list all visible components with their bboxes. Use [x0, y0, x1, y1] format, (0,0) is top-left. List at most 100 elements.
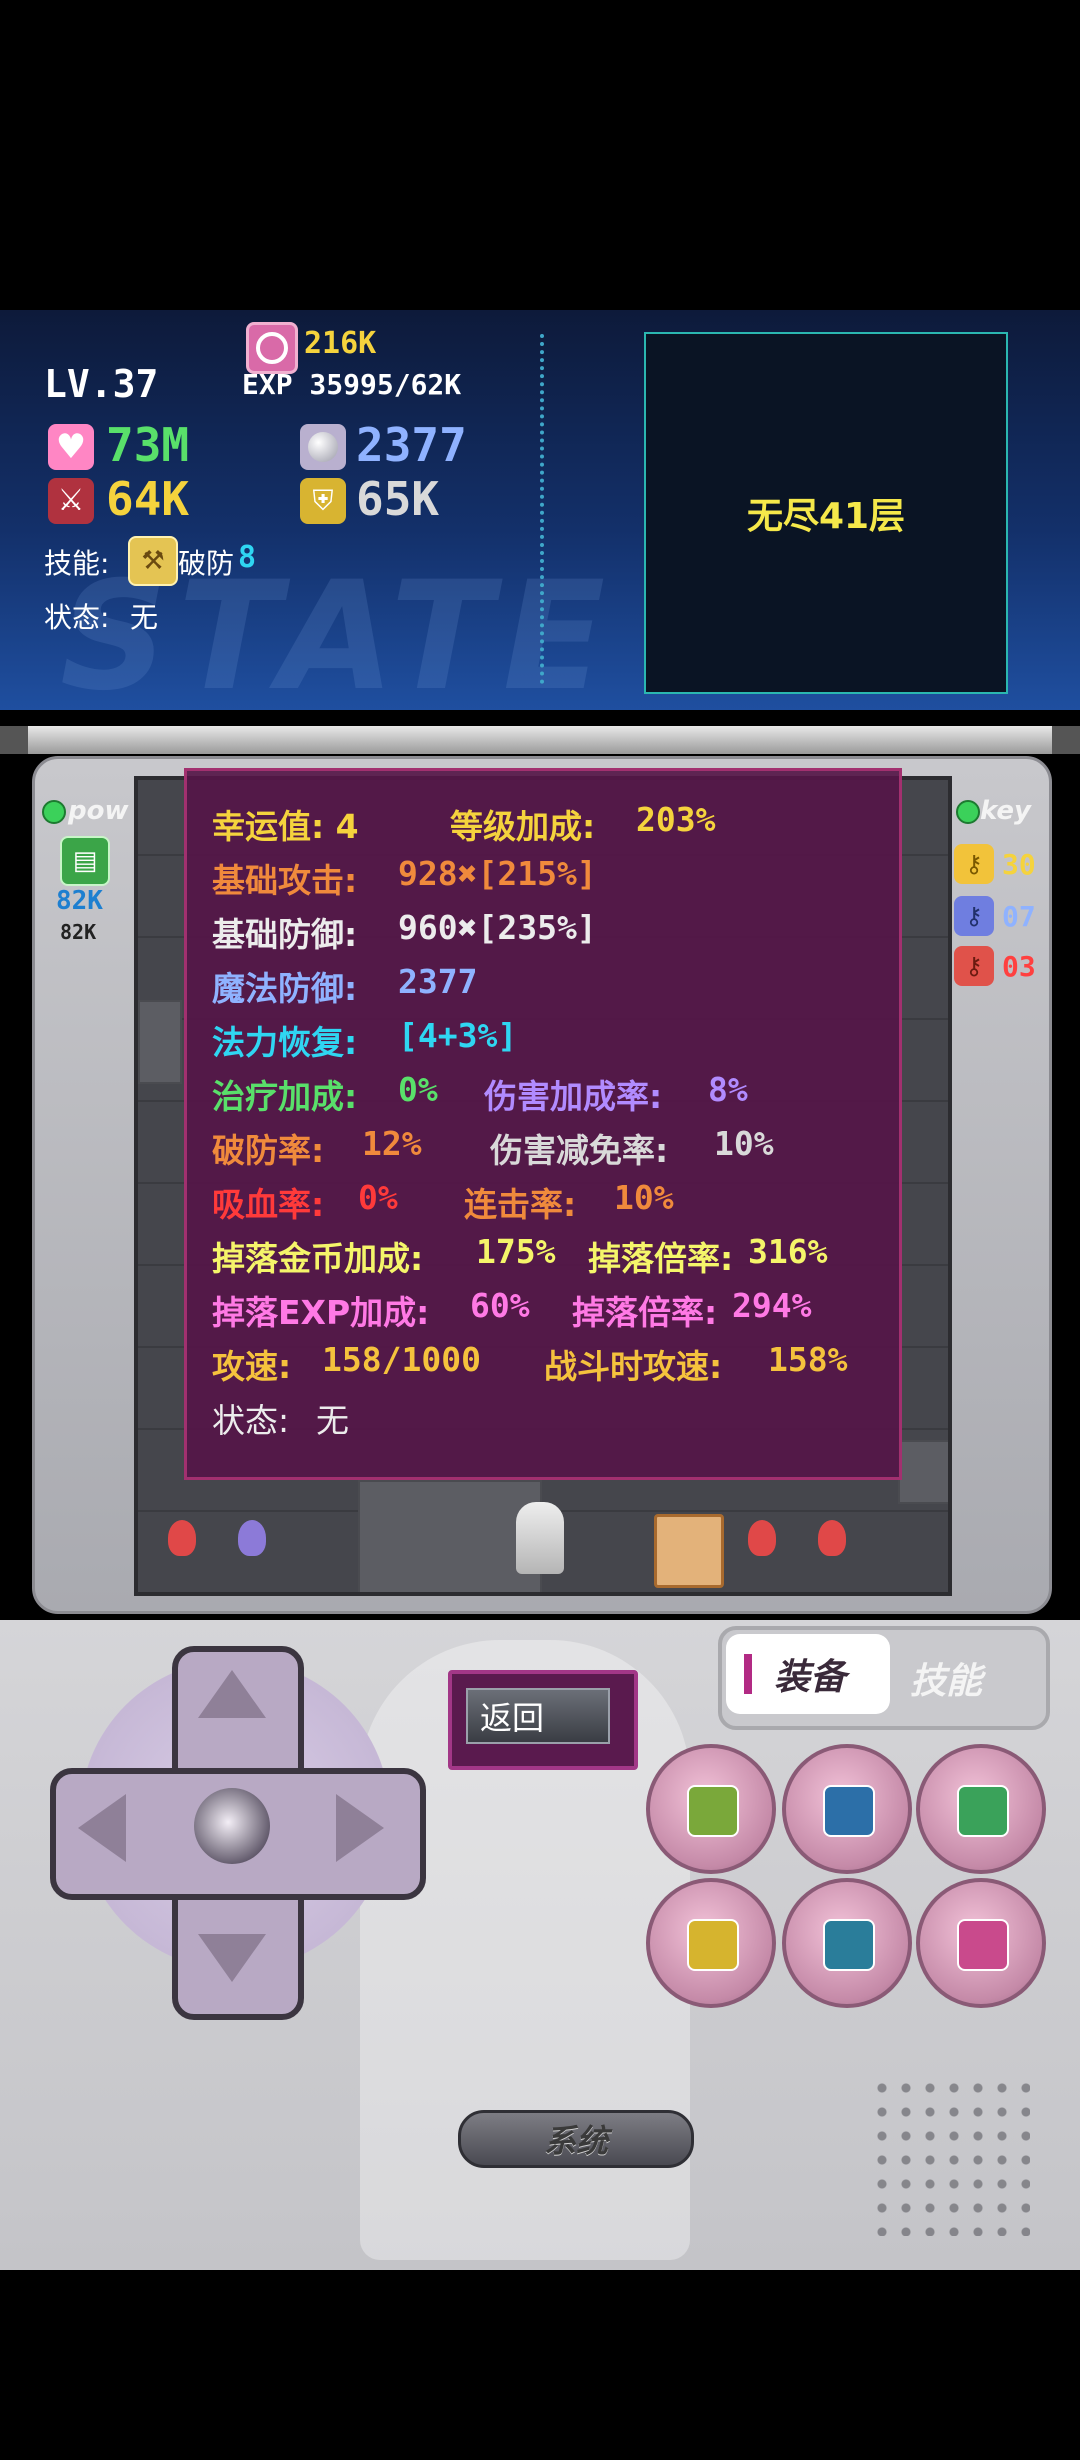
key-label: key	[980, 796, 1031, 826]
system-button[interactable]: 系统	[458, 2110, 694, 2168]
pow-status-dot	[42, 800, 66, 824]
back-button[interactable]: 返回	[466, 1688, 610, 1744]
mdef-label: 魔法防御:	[212, 969, 358, 1008]
base-atk-value: 928✖[215%]	[398, 854, 597, 893]
def-value: 65K	[356, 472, 440, 526]
divider-dotted	[540, 334, 544, 684]
tab-equip-label: 装备	[774, 1657, 847, 1698]
skill-label: 技能:	[44, 547, 110, 580]
system-button-label: 系统	[543, 2122, 608, 2160]
back-button-label: 返回	[480, 1699, 545, 1737]
break-skill-icon[interactable]: ⚒	[128, 536, 178, 586]
dpad-left-arrow-icon[interactable]	[78, 1794, 126, 1862]
blue-key-count: 07	[1002, 900, 1036, 933]
jar-action-button[interactable]	[782, 1744, 912, 1874]
rail-cap-left	[0, 726, 28, 754]
state-value: 无	[130, 601, 159, 634]
dpad-up-arrow-icon[interactable]	[198, 1670, 266, 1718]
battle-speed-label: 战斗时攻速:	[544, 1347, 723, 1386]
top-rail	[0, 726, 1080, 754]
speaker-grille	[870, 2076, 1030, 2236]
rail-cap-right	[1052, 726, 1080, 754]
mana-value: [4+3%]	[398, 1016, 518, 1055]
level-bonus-label: 等级加成:	[450, 807, 596, 846]
dmg-reduce-label: 伤害减免率:	[490, 1131, 669, 1170]
dpad-center	[194, 1788, 270, 1864]
gold-drop-value: 175%	[476, 1232, 556, 1271]
sun-action-button[interactable]	[646, 1744, 776, 1874]
combo-label: 连击率:	[464, 1185, 577, 1224]
floor-display: 无尽41层	[644, 332, 1008, 694]
red-potion-icon[interactable]	[748, 1520, 776, 1556]
yellow-key-count: 30	[1002, 848, 1036, 881]
sun-icon	[687, 1785, 739, 1837]
red-potion-icon[interactable]	[168, 1520, 196, 1556]
base-atk-label: 基础攻击:	[212, 861, 358, 900]
base-def-value: 960✖[235%]	[398, 908, 597, 947]
map-action-button[interactable]	[782, 1878, 912, 2008]
map-icon	[823, 1919, 875, 1971]
swirl-icon	[957, 1785, 1009, 1837]
blue-potion-icon[interactable]	[238, 1520, 266, 1556]
dpad-down-arrow-icon[interactable]	[198, 1934, 266, 1982]
hp-value: 73M	[106, 418, 190, 472]
speed-value: 158/1000	[322, 1340, 481, 1379]
shield-orb-icon	[300, 424, 346, 470]
stairs-door-icon[interactable]	[654, 1514, 724, 1588]
tab-equip[interactable]: 装备	[726, 1634, 890, 1714]
armor-icon	[687, 1919, 739, 1971]
book-icon[interactable]: ▤	[60, 836, 110, 886]
state-label-overlay: 状态:	[212, 1401, 290, 1440]
stone-wall	[138, 1000, 182, 1084]
book-value: 82K	[56, 886, 103, 916]
jar-icon	[823, 1785, 875, 1837]
yellow-key-icon: ⚷	[954, 844, 994, 884]
player-level: LV.37	[44, 362, 159, 406]
state-label: 状态:	[44, 601, 110, 634]
dmg-bonus-value: 8%	[708, 1070, 748, 1109]
dmg-reduce-value: 10%	[714, 1124, 774, 1163]
exp-drop-label: 掉落EXP加成:	[212, 1293, 430, 1332]
key-status-dot	[956, 800, 980, 824]
state-value-overlay: 无	[316, 1401, 349, 1440]
skill-level: 8	[238, 540, 257, 575]
maze-action-button[interactable]	[916, 1878, 1046, 2008]
exp-mult-label: 掉落倍率:	[572, 1293, 718, 1332]
dmg-bonus-label: 伤害加成率:	[484, 1077, 663, 1116]
armor-action-button[interactable]	[646, 1878, 776, 2008]
red-key-count: 03	[1002, 950, 1036, 983]
gold-mult-label: 掉落倍率:	[588, 1239, 734, 1278]
battle-speed-value: 158%	[768, 1340, 848, 1379]
gold-icon	[246, 322, 298, 374]
lifesteal-value: 0%	[358, 1178, 398, 1217]
pow-label: pow	[68, 796, 129, 826]
sword-icon: ⚔	[48, 478, 94, 524]
exp-mult-value: 294%	[732, 1286, 812, 1325]
break-label: 破防率:	[212, 1131, 325, 1170]
skill-name: 破防	[178, 547, 235, 580]
stone-wall	[358, 1480, 542, 1592]
luck-stat: 幸运值: 4	[212, 807, 359, 846]
exp-value: EXP 35995/62K	[242, 368, 462, 401]
heal-label: 治疗加成:	[212, 1077, 358, 1116]
gold-drop-label: 掉落金币加成:	[212, 1239, 424, 1278]
red-key-icon: ⚷	[954, 946, 994, 986]
break-value: 12%	[362, 1124, 422, 1163]
base-def-label: 基础防御:	[212, 915, 358, 954]
maze-icon	[957, 1919, 1009, 1971]
mdef-value-stat: 2377	[398, 962, 478, 1001]
gold-mult-value: 316%	[748, 1232, 828, 1271]
dpad-right-arrow-icon[interactable]	[336, 1794, 384, 1862]
hero-sprite	[516, 1502, 564, 1574]
swirl-action-button[interactable]	[916, 1744, 1046, 1874]
book-value-secondary: 82K	[60, 920, 97, 944]
red-potion-icon[interactable]	[818, 1520, 846, 1556]
heal-value: 0%	[398, 1070, 438, 1109]
combo-value: 10%	[614, 1178, 674, 1217]
mdef-value: 2377	[356, 418, 467, 472]
lifesteal-label: 吸血率:	[212, 1185, 325, 1224]
gold-value: 216K	[304, 326, 377, 361]
defense-shield-icon: ⛨	[300, 478, 346, 524]
tab-skill[interactable]: 技能	[910, 1652, 982, 1704]
floor-label: 无尽41层	[746, 496, 906, 537]
